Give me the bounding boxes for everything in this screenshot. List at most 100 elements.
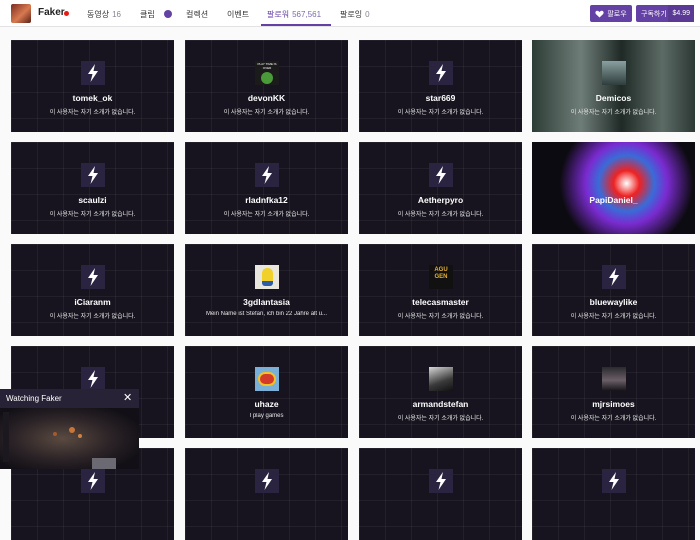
follower-card[interactable]: mjrsimoes 이 사용자는 자기 소개가 없습니다. [532, 346, 695, 438]
bolt-icon [609, 472, 619, 490]
channel-header: Faker 동영상 16 클립 컬렉션 이벤트 팔로워 567,561 팔로잉 0 팔… [0, 0, 700, 27]
clips-new-indicator [164, 10, 172, 18]
follower-avatar: AGU GEN [429, 265, 453, 289]
follower-avatar [81, 367, 105, 391]
profile-banner [532, 142, 695, 234]
bolt-icon [88, 268, 98, 286]
bolt-icon [262, 472, 272, 490]
follower-card[interactable]: armandstefan 이 사용자는 자기 소개가 없습니다. [359, 346, 522, 438]
follower-avatar [602, 469, 626, 493]
close-icon[interactable]: ✕ [123, 392, 132, 404]
follower-avatar: PLAY TIME IS OVER [255, 61, 279, 85]
follower-avatar [602, 367, 626, 391]
avatar-text: PLAY TIME IS OVER [257, 62, 277, 70]
follower-card[interactable]: rladnfka12 이 사용자는 자기 소개가 없습니다. [185, 142, 348, 234]
tab-label: 클립 [140, 10, 155, 19]
tab-label: 팔로잉 [340, 10, 363, 19]
follower-bio: I play games [249, 413, 284, 419]
tab-count: 0 [365, 10, 370, 19]
follower-name[interactable]: 3gdlantasia [185, 297, 348, 307]
follower-name[interactable]: bluewaylike [532, 297, 695, 307]
follower-avatar [602, 61, 626, 85]
follower-name[interactable]: telecasmaster [359, 297, 522, 307]
follower-bio: 이 사용자는 자기 소개가 없습니다. [49, 212, 136, 218]
follower-bio: 이 사용자는 자기 소개가 없습니다. [49, 314, 136, 320]
follower-bio: 이 사용자는 자기 소개가 없습니다. [570, 110, 657, 116]
tab-count: 567,561 [292, 10, 322, 19]
follower-card[interactable]: tomek_ok 이 사용자는 자기 소개가 없습니다. [11, 40, 174, 132]
follower-card[interactable]: bluewaylike 이 사용자는 자기 소개가 없습니다. [532, 244, 695, 336]
tab-events[interactable]: 이벤트 [227, 9, 249, 20]
follower-card[interactable]: Demicos 이 사용자는 자기 소개가 없습니다. [532, 40, 695, 132]
follower-name[interactable]: uhaze [185, 399, 348, 409]
follower-name[interactable]: iCiaranm [11, 297, 174, 307]
follower-name[interactable]: scaulzi [11, 195, 174, 205]
follower-avatar [81, 61, 105, 85]
follow-button[interactable]: 팔로우 [590, 5, 632, 22]
follower-avatar [81, 469, 105, 493]
follower-name[interactable]: armandstefan [359, 399, 522, 409]
follower-avatar [255, 265, 279, 289]
subscribe-button[interactable]: 구독하기 $4.99 [636, 5, 694, 22]
subscribe-price: $4.99 [668, 5, 694, 22]
live-indicator [64, 11, 69, 16]
tab-followers[interactable]: 팔로워 567,561 [267, 9, 321, 20]
follower-name[interactable]: PapiDaniel_ [532, 195, 695, 205]
follower-name[interactable]: Demicos [532, 93, 695, 103]
tab-collections[interactable]: 컬렉션 [186, 9, 208, 20]
mini-player[interactable]: Watching Faker ✕ [0, 389, 139, 469]
avatar-text: AGU GEN [434, 266, 448, 280]
bolt-icon [88, 166, 98, 184]
follower-name[interactable]: tomek_ok [11, 93, 174, 103]
follower-card[interactable]: Aetherpyro 이 사용자는 자기 소개가 없습니다. [359, 142, 522, 234]
follower-card[interactable]: iCiaranm 이 사용자는 자기 소개가 없습니다. [11, 244, 174, 336]
mini-player-video[interactable] [0, 408, 139, 469]
follower-card[interactable] [185, 448, 348, 540]
follower-bio: 이 사용자는 자기 소개가 없습니다. [397, 314, 484, 320]
active-tab-indicator [261, 24, 331, 26]
follower-name[interactable]: star669 [359, 93, 522, 103]
follower-bio: 이 사용자는 자기 소개가 없습니다. [223, 212, 310, 218]
tab-label: 동영상 [87, 10, 110, 19]
bolt-icon [436, 166, 446, 184]
follower-card[interactable]: uhaze I play games [185, 346, 348, 438]
follower-avatar [81, 163, 105, 187]
follow-label: 팔로우 [607, 10, 627, 18]
tab-label: 컬렉션 [186, 10, 209, 19]
follower-name[interactable]: devonKK [185, 93, 348, 103]
follower-card[interactable]: AGU GEN telecasmaster 이 사용자는 자기 소개가 없습니다. [359, 244, 522, 336]
channel-name[interactable]: Faker [38, 7, 65, 18]
follower-name[interactable]: mjrsimoes [532, 399, 695, 409]
follower-card[interactable]: scaulzi 이 사용자는 자기 소개가 없습니다. [11, 142, 174, 234]
mini-player-header[interactable]: Watching Faker ✕ [0, 389, 139, 408]
bolt-icon [88, 370, 98, 388]
mini-player-title: Watching Faker [6, 394, 62, 403]
profile-banner [532, 40, 695, 132]
bolt-icon [88, 472, 98, 490]
follower-bio: 이 사용자는 자기 소개가 없습니다. [223, 110, 310, 116]
follower-bio: 이 사용자는 자기 소개가 없습니다. [397, 110, 484, 116]
bolt-icon [88, 64, 98, 82]
tab-videos[interactable]: 동영상 16 [87, 9, 121, 20]
channel-avatar[interactable] [11, 4, 31, 23]
follower-card[interactable]: PapiDaniel_ [532, 142, 695, 234]
follower-card[interactable]: 3gdlantasia Mein Name ist Stefan, ich bin… [185, 244, 348, 336]
follower-avatar [429, 163, 453, 187]
follower-name[interactable]: Aetherpyro [359, 195, 522, 205]
follower-card[interactable]: PLAY TIME IS OVER devonKK 이 사용자는 자기 소개가 없습… [185, 40, 348, 132]
follower-card[interactable] [532, 448, 695, 540]
bolt-icon [262, 166, 272, 184]
follower-bio: 이 사용자는 자기 소개가 없습니다. [570, 314, 657, 320]
subscribe-label: 구독하기 [641, 10, 667, 18]
heart-icon [595, 10, 604, 18]
follower-card[interactable] [359, 448, 522, 540]
follower-card[interactable]: star669 이 사용자는 자기 소개가 없습니다. [359, 40, 522, 132]
tab-clips[interactable]: 클립 [140, 9, 155, 20]
follower-avatar [255, 469, 279, 493]
follower-avatar [255, 163, 279, 187]
tab-label: 팔로워 [267, 10, 290, 19]
follower-avatar [81, 265, 105, 289]
tab-following[interactable]: 팔로잉 0 [340, 9, 370, 20]
follower-name[interactable]: rladnfka12 [185, 195, 348, 205]
follower-bio: 이 사용자는 자기 소개가 없습니다. [49, 110, 136, 116]
